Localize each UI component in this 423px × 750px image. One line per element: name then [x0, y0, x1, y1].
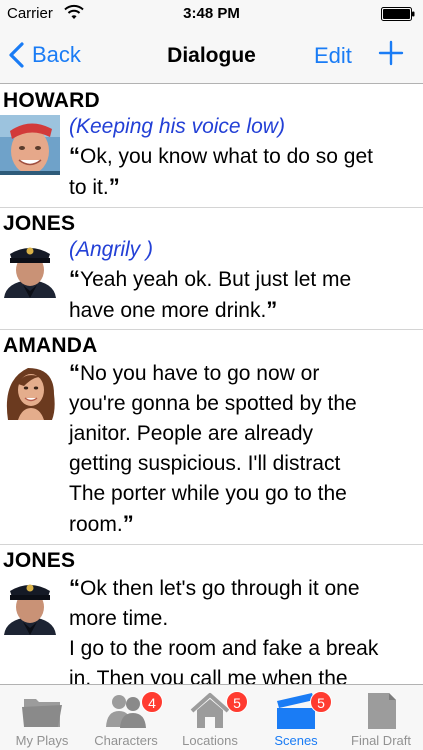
dialogue-text: “Ok then let's go through it one more ti… [69, 575, 379, 684]
character-name: JONES [3, 549, 76, 572]
parenthetical: (Angrily ) [69, 238, 154, 261]
tab-label: Final Draft [351, 733, 411, 748]
status-bar: Carrier 3:48 PM [0, 0, 423, 26]
dialogue-row[interactable]: AMANDA “No you have to go now or you're … [0, 330, 423, 545]
status-time: 3:48 PM [183, 5, 240, 22]
characters-badge: 4 [141, 691, 163, 713]
tab-my-plays[interactable]: My Plays [0, 685, 84, 750]
tab-final-draft[interactable]: Final Draft [339, 685, 423, 750]
scenes-badge: 5 [310, 691, 332, 713]
avatar [0, 238, 60, 298]
tab-label: Characters [94, 733, 158, 748]
dialogue-text: “No you have to go now or you're gonna b… [69, 360, 357, 536]
avatar [0, 575, 60, 635]
edit-button[interactable]: Edit [314, 43, 352, 69]
tab-bar: My Plays 4 Characters 5 Locations 5 Scen… [0, 684, 423, 750]
character-name: HOWARD [3, 89, 100, 112]
locations-badge: 5 [226, 691, 248, 713]
dialogue-text: “Yeah yeah ok. But just let me have one … [69, 266, 352, 322]
navigation-bar: Back Dialogue Edit [0, 26, 423, 84]
document-icon [368, 693, 396, 729]
folder-icon [22, 699, 62, 727]
character-name: JONES [3, 212, 76, 235]
tab-label: Scenes [274, 733, 318, 748]
character-name: AMANDA [3, 334, 98, 357]
parenthetical: (Keeping his voice low) [69, 115, 285, 138]
tab-label: My Plays [15, 733, 69, 748]
battery-icon [381, 7, 415, 21]
tab-locations[interactable]: 5 Locations [168, 685, 252, 750]
dialogue-text: “Ok, you know what to do so get to it.” [69, 143, 373, 199]
add-icon[interactable] [378, 40, 404, 66]
page-title: Dialogue [167, 44, 256, 67]
tab-scenes[interactable]: 5 Scenes [254, 685, 338, 750]
tab-characters[interactable]: 4 Characters [84, 685, 168, 750]
avatar [0, 115, 60, 175]
dialogue-list[interactable]: HOWARD (Keeping his voice low) “Ok, you … [0, 85, 423, 684]
avatar [0, 360, 60, 420]
tab-label: Locations [182, 733, 238, 748]
dialogue-row[interactable]: JONES “Ok then let's go through it one m… [0, 545, 423, 684]
house-icon [190, 693, 230, 728]
dialogue-row[interactable]: JONES (Angrily ) “Yeah yeah ok. But just… [0, 208, 423, 330]
dialogue-row[interactable]: HOWARD (Keeping his voice low) “Ok, you … [0, 85, 423, 208]
